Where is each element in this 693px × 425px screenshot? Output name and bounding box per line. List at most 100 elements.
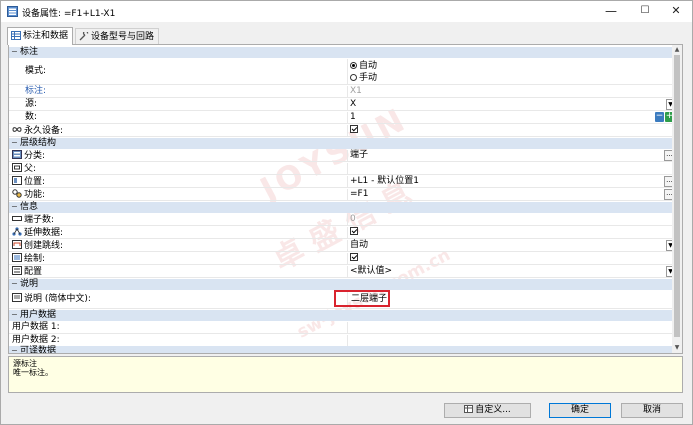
category-icon <box>12 150 22 159</box>
window-title: 设备属性: =F1+L1-X1 <box>22 9 116 19</box>
category-user-data[interactable]: − 用户数据 <box>9 310 673 321</box>
config-value: <默认值> <box>350 266 393 276</box>
create-jumper-dropdown[interactable]: 自动 ▼ <box>349 240 675 252</box>
highlight-box <box>334 290 390 307</box>
annotation-value: X1 <box>350 86 362 96</box>
infinity-icon <box>12 127 22 132</box>
label-text: 说明 (简体中文): <box>24 294 91 304</box>
radio-icon[interactable] <box>350 74 357 81</box>
row-label: 配置 <box>9 266 348 278</box>
label-text: 位置: <box>24 177 46 187</box>
minus-icon[interactable]: − <box>655 112 664 122</box>
location-icon <box>12 176 22 185</box>
tab-device-model-circuit[interactable]: 设备型号与回路 <box>75 28 160 44</box>
label-text: 分类: <box>24 151 46 161</box>
label-text: 配置 <box>24 267 43 277</box>
description-text: 唯一标注。 <box>13 368 53 377</box>
category-info[interactable]: − 信息 <box>9 202 673 213</box>
row-label: 功能: <box>9 189 348 201</box>
description-zh-field[interactable]: 二层端子 <box>349 291 673 309</box>
radio-label: 手动 <box>359 73 378 83</box>
collapse-icon: − <box>11 310 18 319</box>
scroll-down-icon[interactable]: ▼ <box>672 343 682 353</box>
draw-checkbox[interactable] <box>350 253 358 261</box>
terminal-icon <box>12 216 22 221</box>
category-label: 可译数据 <box>20 346 57 354</box>
row-label: 父: <box>9 163 348 175</box>
parent-value <box>349 163 673 175</box>
user-data-1-field[interactable] <box>349 322 673 334</box>
row-label: 说明 (简体中文): <box>9 291 348 309</box>
row-number: 数: 1 − + <box>9 112 674 124</box>
app-icon <box>7 6 18 17</box>
mode-auto-option[interactable]: 自动 <box>350 60 673 72</box>
cancel-button[interactable]: 取消 <box>621 403 683 418</box>
number-value: 1 <box>350 112 356 122</box>
row-label: 端子数: <box>9 214 348 226</box>
location-value: +L1 - 默认位置1 <box>350 176 419 186</box>
row-annotation: 标注: X1 <box>9 86 673 98</box>
source-dropdown[interactable]: X ▼ <box>349 99 675 111</box>
category-value: 端子 <box>350 150 369 160</box>
row-label: 分类: <box>9 150 348 162</box>
close-button[interactable]: ✕ <box>660 1 692 22</box>
row-label: 标注: <box>9 86 348 98</box>
label-text: 端子数: <box>24 215 55 225</box>
label-text: 永久设备: <box>24 126 64 136</box>
source-value: X <box>350 99 357 109</box>
mode-manual-option[interactable]: 手动 <box>350 72 673 84</box>
number-field[interactable]: 1 − + <box>349 112 674 124</box>
extend-data-checkbox[interactable] <box>350 227 358 235</box>
collapse-icon: − <box>11 346 18 354</box>
row-source: 源: X ▼ <box>9 99 675 111</box>
draw-icon <box>12 253 22 262</box>
label-text: 延伸数据: <box>24 228 64 238</box>
label-text: 功能: <box>24 190 46 200</box>
config-dropdown[interactable]: <默认值> ▼ <box>349 266 675 278</box>
row-mode: 模式: 自动 手动 <box>9 59 673 85</box>
location-field[interactable]: +L1 - 默认位置1... <box>349 176 675 188</box>
row-label: 绘制: <box>9 253 348 265</box>
extend-data-value <box>349 227 673 239</box>
category-description[interactable]: − 说明 <box>9 279 673 290</box>
tab-annotation-data[interactable]: 标注和数据 <box>7 27 74 45</box>
create-jumper-value: 自动 <box>350 240 369 250</box>
table-icon <box>11 31 21 40</box>
wrench-icon <box>79 30 89 41</box>
minimize-button[interactable]: — <box>595 1 627 22</box>
scroll-up-icon[interactable]: ▲ <box>672 45 682 55</box>
category-annotation[interactable]: − 标注 <box>9 47 673 58</box>
category-translatable[interactable]: − 可译数据 <box>9 346 673 354</box>
function-field[interactable]: =F1... <box>349 189 675 201</box>
mode-radio-group: 自动 手动 <box>349 59 673 85</box>
row-label: 模式: <box>9 59 348 85</box>
collapse-icon: − <box>11 279 18 288</box>
function-value: =F1 <box>350 189 369 199</box>
permanent-checkbox[interactable] <box>350 125 358 133</box>
network-icon <box>12 227 22 236</box>
permanent-value <box>349 125 673 137</box>
property-grid: 卓 盛 信 息 JOYSUN sw-joysun.com.cn − 标注 模式: … <box>8 44 683 354</box>
category-label: 信息 <box>20 202 39 212</box>
radio-selected-icon[interactable] <box>350 62 357 69</box>
draw-value <box>349 253 673 265</box>
category-label: 层级结构 <box>20 138 57 148</box>
description-title: 源标注 <box>13 359 37 368</box>
collapse-icon: − <box>11 202 18 211</box>
row-extend-data: 延伸数据: <box>9 227 673 239</box>
category-label: 标注 <box>20 47 39 57</box>
maximize-button[interactable]: ☐ <box>629 1 661 22</box>
collapse-icon: − <box>11 47 18 56</box>
category-field[interactable]: 端子... <box>349 150 675 162</box>
grid-icon <box>464 405 474 413</box>
row-function: 功能: =F1... <box>9 189 675 201</box>
customize-button[interactable]: 自定义... <box>444 403 531 418</box>
title-bar: 设备属性: =F1+L1-X1 — ☐ ✕ <box>1 1 692 22</box>
text-icon <box>12 293 22 302</box>
row-permanent-device: 永久设备: <box>9 125 673 137</box>
row-label: 创建跳线: <box>9 240 348 252</box>
scrollbar-thumb[interactable] <box>674 55 680 337</box>
vertical-scrollbar[interactable]: ▲ ▼ <box>672 45 682 353</box>
category-hierarchy[interactable]: − 层级结构 <box>9 138 673 149</box>
ok-button[interactable]: 确定 <box>549 403 611 418</box>
